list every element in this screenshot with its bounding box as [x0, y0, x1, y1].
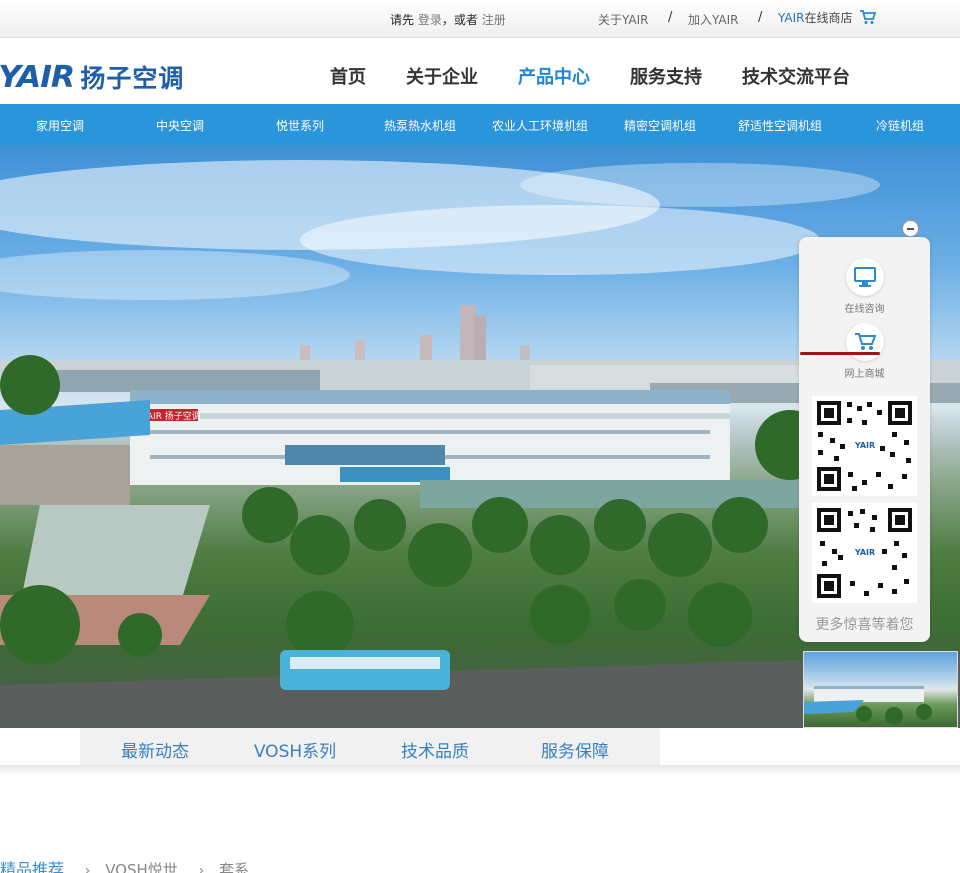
join-yair-link[interactable]: 加入YAIR — [688, 11, 739, 28]
separator: / — [758, 10, 763, 25]
shop-brand: YAIR — [778, 11, 805, 25]
breadcrumb-vosh[interactable]: VOSH悦世 — [105, 861, 178, 873]
category-home-ac[interactable]: 家用空调 — [36, 117, 84, 134]
cart-icon — [845, 323, 884, 361]
breadcrumb: 精品推荐 › VOSH悦世 › 套系 — [0, 856, 249, 873]
mall-label: 网上商城 — [844, 369, 885, 380]
breadcrumb-set: 套系 — [218, 861, 249, 873]
category-precision-ac[interactable]: 精密空调机组 — [624, 117, 696, 134]
more-surprises-text: 更多惊喜等着您 — [815, 617, 914, 633]
qr-code-image: YAIR — [812, 396, 917, 496]
about-yair-link[interactable]: 关于YAIR — [598, 11, 649, 28]
cart-icon — [860, 10, 877, 24]
login-prompt: 请先 登录，或者 注册 — [390, 11, 506, 28]
chevron-right-icon: › — [84, 863, 91, 873]
category-bar: 家用空调 中央空调 悦世系列 热泵热水机组 农业人工环境机组 精密空调机组 舒适… — [0, 104, 960, 145]
qr-logo: YAIR — [854, 441, 875, 450]
nav-home[interactable]: 首页 — [330, 63, 366, 89]
accent-line — [800, 352, 880, 355]
register-link[interactable]: 注册 — [482, 13, 506, 27]
factory-thumbnail[interactable] — [803, 651, 958, 728]
category-heat-pump[interactable]: 热泵热水机组 — [384, 117, 456, 134]
nav-products[interactable]: 产品中心 — [518, 63, 590, 89]
category-comfort-ac[interactable]: 舒适性空调机组 — [738, 117, 822, 134]
nav-about[interactable]: 关于企业 — [406, 63, 478, 89]
breadcrumb-featured[interactable]: 精品推荐 — [0, 860, 64, 873]
tab-service-guarantee[interactable]: 服务保障 — [541, 737, 609, 762]
top-bar: 请先 登录，或者 注册 关于YAIR / 加入YAIR / YAIR在线商店 — [0, 0, 960, 38]
divider — [0, 765, 960, 774]
shop-label: 在线商店 — [804, 11, 853, 25]
online-consult-button[interactable]: 在线咨询 — [799, 258, 930, 315]
category-vosh[interactable]: 悦世系列 — [276, 117, 324, 134]
consult-label: 在线咨询 — [844, 304, 885, 315]
nav-service[interactable]: 服务支持 — [630, 63, 702, 89]
tab-vosh-series[interactable]: VOSH系列 — [254, 737, 336, 762]
logo-cn: 扬子空调 — [80, 64, 185, 93]
qr-code-image: YAIR — [812, 503, 917, 603]
tab-latest-news[interactable]: 最新动态 — [121, 737, 189, 762]
qr-logo: YAIR — [854, 548, 875, 557]
logo-en: YAIR — [0, 59, 75, 95]
collapse-panel-button[interactable] — [902, 220, 919, 237]
yair-logo[interactable]: YAIR 扬子空调 — [0, 59, 184, 95]
tab-tech-quality[interactable]: 技术品质 — [401, 737, 469, 762]
header: YAIR 扬子空调 首页 关于企业 产品中心 服务支持 技术交流平台 — [0, 39, 960, 104]
login-link[interactable]: 登录 — [418, 13, 442, 27]
monitor-icon — [845, 258, 884, 296]
category-agri-env[interactable]: 农业人工环境机组 — [492, 117, 588, 134]
category-cold-chain[interactable]: 冷链机组 — [876, 117, 924, 134]
main-nav: 首页 关于企业 产品中心 服务支持 技术交流平台 — [330, 63, 890, 89]
login-or: ，或者 — [441, 13, 478, 27]
login-prefix: 请先 — [390, 13, 415, 27]
nav-tech-platform[interactable]: 技术交流平台 — [742, 63, 850, 89]
section-tabs: 最新动态 VOSH系列 技术品质 服务保障 — [0, 728, 960, 768]
category-central-ac[interactable]: 中央空调 — [156, 117, 204, 134]
separator: / — [668, 10, 673, 25]
online-shop-link[interactable]: YAIR在线商店 — [778, 9, 877, 26]
chevron-right-icon: › — [198, 863, 205, 873]
